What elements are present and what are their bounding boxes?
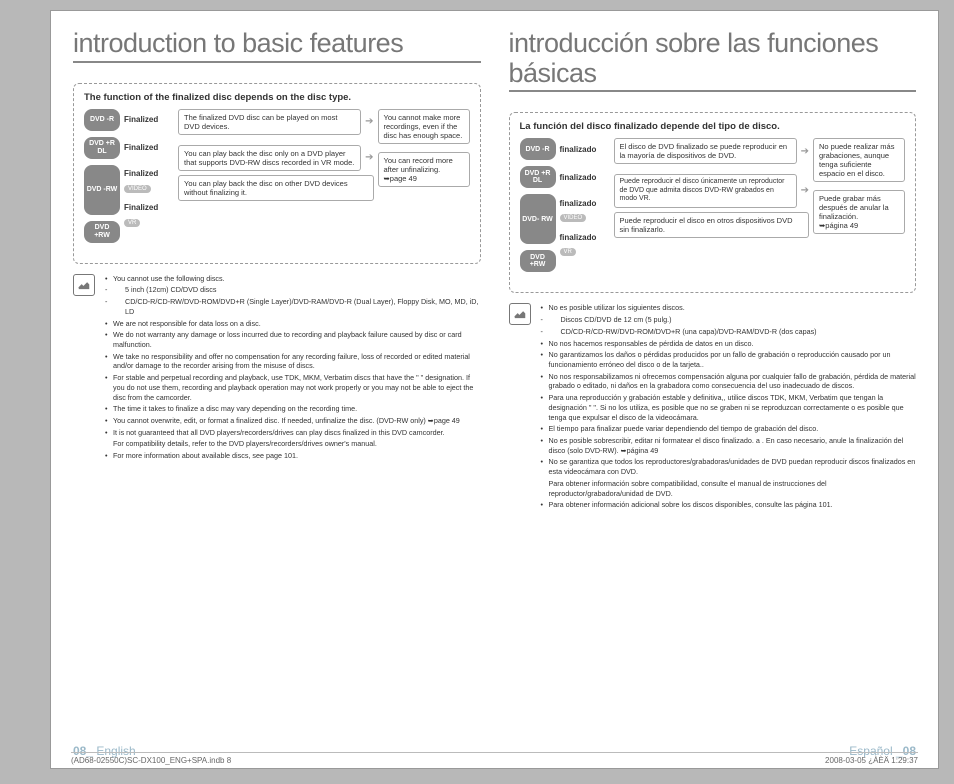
print-footer: (AD68-02550C)SC-DX100_ENG+SPA.indb 8 200… [71,752,918,765]
pill-dvd-r: DVD -R [520,138,556,160]
side-unfin-ref: ➥page 49 [384,174,417,183]
mid-info-col: The finalized DVD disc can be played on … [178,109,374,255]
arrow-icon: ➔ [365,116,373,127]
arrow-icon: ➔ [801,185,809,196]
fin-4: finalizado [560,228,610,246]
note: No garantizamos los daños o pérdidas pro… [539,350,917,369]
disc-pill-col: DVD -R DVD +R DL DVD- RW DVD +RW [520,138,556,284]
note: Discos CD/DVD de 12 cm (5 pulg.) [539,315,917,325]
notes-list-right: No es posible utilizar los siguientes di… [539,303,917,512]
tag-video: VIDEO [560,214,587,222]
note: 5 inch (12cm) CD/DVD discs [103,285,481,295]
pill-dvd-rw: DVD -RW [84,165,120,215]
box-title-left: The function of the finalized disc depen… [84,92,470,103]
side-no-record: You cannot make more recordings, even if… [378,109,470,144]
info-vr-only: You can play back the disc only on a DVD… [178,145,361,171]
note: Para obtener información adicional sobre… [539,500,917,510]
side-info-col: You cannot make more recordings, even if… [378,109,470,255]
info-vr-only: Puede reproducir el disco únicamente un … [614,174,797,207]
note: Para una reproducción y grabación establ… [539,393,917,422]
note: No es posible sobrescribir, editar ni fo… [539,436,917,455]
note: We take no responsibility and offer no c… [103,352,481,371]
arrow-icon: ➔ [801,146,809,157]
arrow-icon: ➔ [365,152,373,163]
notes-list-left: You cannot use the following discs. 5 in… [103,274,481,463]
note: For stable and perpetual recording and p… [103,373,481,402]
fin-1: Finalized [124,109,174,131]
note: No nos responsabilizamos ni ofrecemos co… [539,372,917,391]
pill-dvd-r: DVD -R [84,109,120,131]
left-column: introduction to basic features The funct… [73,29,481,708]
tag-vr: VR [560,248,576,256]
pill-dvd-prw: DVD +RW [84,221,120,243]
side-no-record: No puede realizar más grabaciones, aunqu… [813,138,905,182]
side-unfinalize: Puede grabar más después de anular la fi… [813,190,905,234]
note: The time it takes to finalize a disc may… [103,404,481,414]
note: For more information about available dis… [103,451,481,461]
note: It is not guaranteed that all DVD player… [103,428,481,438]
pill-dvd-prw: DVD +RW [520,250,556,272]
notes-right: No es posible utilizar los siguientes di… [509,303,917,512]
footer-file: (AD68-02550C)SC-DX100_ENG+SPA.indb 8 [71,756,231,765]
note-icon [73,274,95,296]
fin-2: Finalized [124,137,174,159]
fin-spacer [560,262,610,284]
disc-pill-col: DVD -R DVD +R DL DVD -RW DVD +RW [84,109,120,255]
side-unfin-text: You can record more after unfinalizing. [384,156,453,174]
note: No nos hacemos responsables de pérdida d… [539,339,917,349]
heading-left: introduction to basic features [73,29,481,63]
mid-info-col: El disco de DVD finalizado se puede repr… [614,138,810,284]
fin-3: finalizado [560,194,610,212]
side-unfin-text: Puede grabar más después de anular la fi… [819,194,889,221]
fin-spacer [124,233,174,255]
diagram-left: DVD -R DVD +R DL DVD -RW DVD +RW Finaliz… [84,109,470,255]
pill-dvd-rw: DVD- RW [520,194,556,244]
fin-4: Finalized [124,199,174,217]
disc-box-left: The function of the finalized disc depen… [73,83,481,264]
disc-box-right: La función del disco finalizado depende … [509,112,917,293]
pill-dvd-rdl: DVD +R DL [84,137,120,159]
note: Para obtener información sobre compatibi… [539,479,917,498]
note: CD/CD-R/CD-RW/DVD-ROM/DVD+R (una capa)/D… [539,327,917,337]
info-play-most: The finalized DVD disc can be played on … [178,109,361,135]
note: No se garantiza que todos los reproducto… [539,457,917,476]
info-no-finalize: You can play back the disc on other DVD … [178,175,374,201]
note: El tiempo para finalizar puede variar de… [539,424,917,434]
columns: introduction to basic features The funct… [73,29,916,708]
note: No es posible utilizar los siguientes di… [539,303,917,313]
finalized-col: Finalized Finalized Finalized VIDEO Fina… [124,109,174,255]
notes-left: You cannot use the following discs. 5 in… [73,274,481,463]
tag-vr: VR [124,219,140,227]
finalized-col: finalizado finalizado finalizado VIDEO f… [560,138,610,284]
fin-2: finalizado [560,166,610,188]
side-unfinalize: You can record more after unfinalizing. … [378,152,470,187]
fin-3: Finalized [124,165,174,183]
note: You cannot use the following discs. [103,274,481,284]
fin-1: finalizado [560,138,610,160]
right-column: introducción sobre las funciones básicas… [509,29,917,708]
side-unfin-ref: ➥página 49 [819,221,858,230]
pill-dvd-rdl: DVD +R DL [520,166,556,188]
heading-right: introducción sobre las funciones básicas [509,29,917,92]
note: For compatibility details, refer to the … [103,439,481,449]
note: CD/CD-R/CD-RW/DVD-ROM/DVD+R (Single Laye… [103,297,481,316]
note: You cannot overwrite, edit, or format a … [103,416,481,426]
diagram-right: DVD -R DVD +R DL DVD- RW DVD +RW finaliz… [520,138,906,284]
side-info-col: No puede realizar más grabaciones, aunqu… [813,138,905,284]
info-no-finalize: Puede reproducir el disco en otros dispo… [614,212,810,238]
note-icon [509,303,531,325]
tag-video: VIDEO [124,185,151,193]
note: We do not warranty any damage or loss in… [103,330,481,349]
footer-timestamp: 2008-03-05 ¿ÀÈÄ 1:29:37 [825,756,918,765]
page-content: introduction to basic features The funct… [73,29,916,758]
box-title-right: La función del disco finalizado depende … [520,121,906,132]
page: introduction to basic features The funct… [50,10,939,769]
note: We are not responsible for data loss on … [103,319,481,329]
info-play-most: El disco de DVD finalizado se puede repr… [614,138,797,164]
